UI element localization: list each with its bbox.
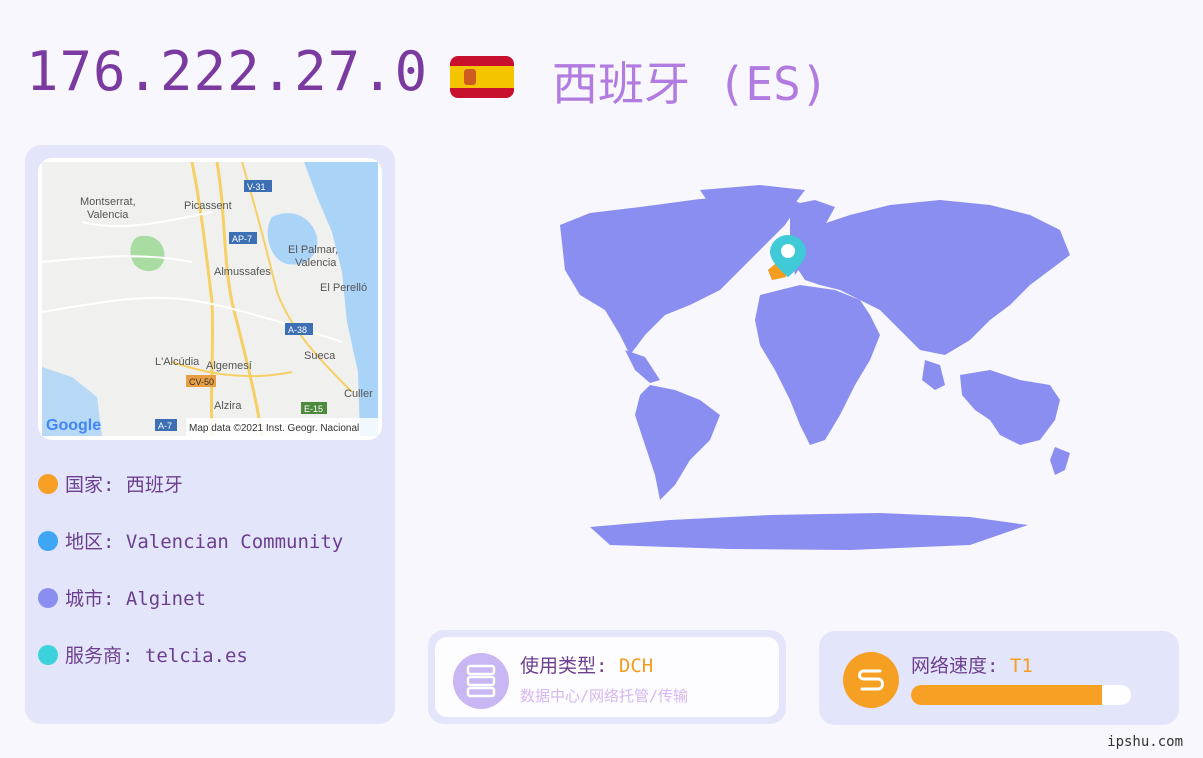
mini-map[interactable]: Montserrat, Valencia Picassent V-31 AP-7… <box>38 158 382 440</box>
map-label-palmar-valencia: Valencia <box>295 257 337 269</box>
network-speed-caption: 网络速度: <box>911 655 1010 677</box>
map-label-almussafes: Almussafes <box>214 266 271 278</box>
usage-type-description: 数据中心/网络托管/传输 <box>520 687 689 705</box>
map-road-ap7: AP-7 <box>232 234 252 244</box>
usage-type-card: 使用类型: DCH 数据中心/网络托管/传输 <box>428 630 786 724</box>
city-dot-icon <box>38 587 58 608</box>
region-dot-icon <box>38 530 58 551</box>
map-label-sueca: Sueca <box>304 350 336 362</box>
location-card: Montserrat, Valencia Picassent V-31 AP-7… <box>25 145 395 724</box>
info-country-text: 国家: 西班牙 <box>65 474 183 496</box>
usage-type-value: DCH <box>618 655 654 677</box>
map-label-perello: El Perelló <box>320 282 367 294</box>
country-dot-icon <box>38 473 58 494</box>
map-road-cv50: CV-50 <box>189 377 214 387</box>
map-label-algemesi: Algemesí <box>206 360 252 372</box>
network-speed-value: T1 <box>1009 655 1033 677</box>
spain-flag-icon <box>450 56 514 98</box>
network-speed-card: 网络速度: T1 <box>819 631 1179 725</box>
map-road-a7: A-7 <box>158 421 172 431</box>
map-label-palmar: El Palmar, <box>288 244 338 256</box>
speed-bar <box>911 685 1131 705</box>
map-label-montserrat-valencia: Valencia <box>87 209 129 221</box>
network-speed-label: 网络速度: T1 <box>911 651 1033 678</box>
map-road-a38: A-38 <box>288 325 307 335</box>
usage-type-caption: 使用类型: <box>520 655 619 677</box>
map-label-montserrat: Montserrat, <box>80 196 136 208</box>
info-city: 城市: Alginet <box>38 584 206 611</box>
map-label-picassent: Picassent <box>184 200 232 212</box>
speed-icon <box>843 652 899 708</box>
isp-dot-icon <box>38 644 58 665</box>
map-label-cullera: Culler <box>344 388 373 400</box>
world-map <box>560 185 1070 550</box>
google-logo: Google <box>46 417 101 434</box>
map-road-v31: V-31 <box>247 182 266 192</box>
footer-site[interactable]: ipshu.com <box>1107 734 1183 750</box>
info-country: 国家: 西班牙 <box>38 470 183 497</box>
info-region-text: 地区: Valencian Community <box>65 531 344 553</box>
usage-type-label: 使用类型: DCH <box>520 651 653 678</box>
map-label-alcudia: L'Alcúdia <box>155 356 200 368</box>
info-city-text: 城市: Alginet <box>65 588 206 610</box>
info-region: 地区: Valencian Community <box>38 527 343 554</box>
ip-address: 176.222.27.0 <box>26 40 429 103</box>
info-isp-text: 服务商: telcia.es <box>65 645 248 667</box>
info-isp: 服务商: telcia.es <box>38 641 248 668</box>
map-attribution: Map data ©2021 Inst. Geogr. Nacional <box>189 423 359 434</box>
server-icon <box>453 653 509 709</box>
country-title: 西班牙 (ES) <box>552 57 829 111</box>
map-road-e15: E-15 <box>304 404 323 414</box>
speed-bar-fill <box>911 685 1103 705</box>
map-label-alzira: Alzira <box>214 400 242 412</box>
